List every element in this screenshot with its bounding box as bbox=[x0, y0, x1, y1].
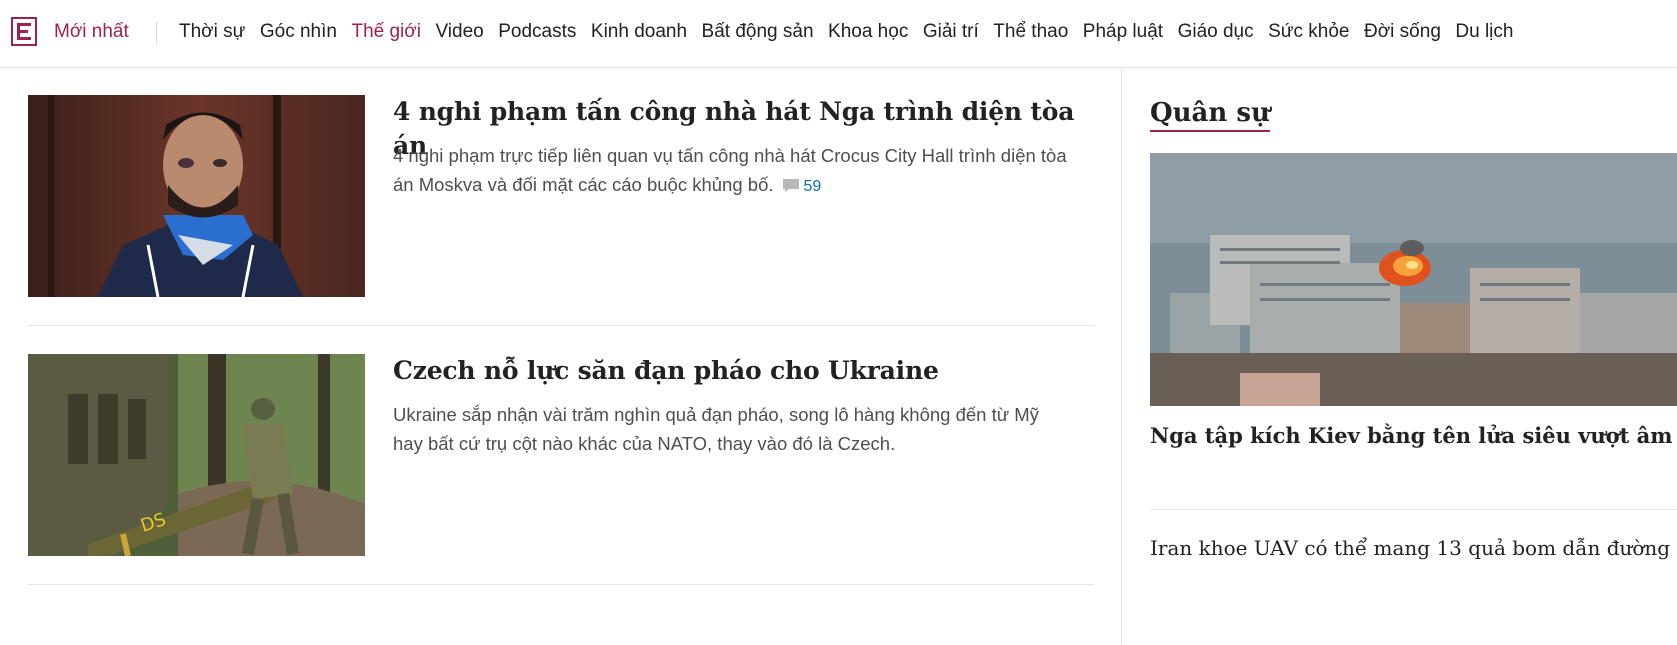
nav-item[interactable]: Pháp luật bbox=[1083, 21, 1163, 43]
artillery-shell-photo[interactable]: DS bbox=[28, 354, 365, 556]
suspect-photo[interactable] bbox=[28, 95, 365, 297]
nav-item[interactable]: Bất động sản bbox=[702, 21, 814, 43]
sidebar-list-item[interactable]: Iran khoe UAV có thể mang 13 quả bom dẫn… bbox=[1150, 532, 1677, 564]
nav-item[interactable]: Thời sự bbox=[179, 21, 245, 43]
nav-item[interactable]: Podcasts bbox=[498, 21, 576, 43]
nav-item[interactable]: Video bbox=[435, 21, 483, 43]
comment-icon[interactable] bbox=[782, 172, 800, 201]
article-card: DS Czech nỗ lực săn đạn pháo cho Ukraine… bbox=[28, 354, 1094, 559]
nav-item[interactable]: Thể thao bbox=[993, 21, 1068, 43]
article-card: 4 nghi phạm tấn công nhà hát Nga trình d… bbox=[28, 95, 1094, 300]
article-summary-text: 4 nghi phạm trực tiếp liên quan vụ tấn c… bbox=[393, 145, 1067, 195]
nav-item[interactable]: Kinh doanh bbox=[591, 21, 687, 43]
nav-item[interactable]: Sức khỏe bbox=[1268, 21, 1349, 43]
sidebar-divider bbox=[1121, 67, 1122, 645]
latest-news-link[interactable]: Mới nhất bbox=[54, 21, 129, 43]
kiev-explosion-photo[interactable] bbox=[1150, 153, 1677, 406]
category-menu: Thời sự Góc nhìn Thế giới Video Podcasts Kinh… bbox=[179, 21, 1513, 43]
nav-item[interactable]: Giáo dục bbox=[1178, 21, 1254, 43]
site-logo-icon[interactable] bbox=[11, 17, 37, 46]
comment-count[interactable]: 59 bbox=[804, 178, 822, 195]
nav-separator bbox=[156, 22, 157, 44]
nav-item[interactable]: Khoa học bbox=[828, 21, 908, 43]
sidebar-headline[interactable]: Nga tập kích Kiev bằng tên lửa siêu vượt… bbox=[1150, 420, 1677, 452]
article-divider bbox=[28, 325, 1094, 326]
nav-item[interactable]: Du lịch bbox=[1455, 21, 1513, 43]
article-divider bbox=[28, 584, 1094, 585]
nav-item[interactable]: Đời sống bbox=[1364, 21, 1441, 43]
top-navigation: Mới nhất Thời sự Góc nhìn Thế giới Video Pod… bbox=[0, 0, 1677, 68]
nav-item[interactable]: Góc nhìn bbox=[260, 21, 337, 43]
sidebar-item-divider bbox=[1150, 509, 1677, 510]
nav-item[interactable]: Giải trí bbox=[923, 21, 979, 43]
article-title[interactable]: Czech nỗ lực săn đạn pháo cho Ukraine bbox=[393, 354, 1083, 388]
sidebar-section-title[interactable]: Quân sự bbox=[1150, 98, 1270, 132]
article-summary: Ukraine sắp nhận vài trăm nghìn quả đạn … bbox=[393, 404, 1039, 454]
nav-item[interactable]: Thế giới bbox=[351, 21, 421, 43]
article-summary: 4 nghi phạm trực tiếp liên quan vụ tấn c… bbox=[393, 141, 1073, 201]
